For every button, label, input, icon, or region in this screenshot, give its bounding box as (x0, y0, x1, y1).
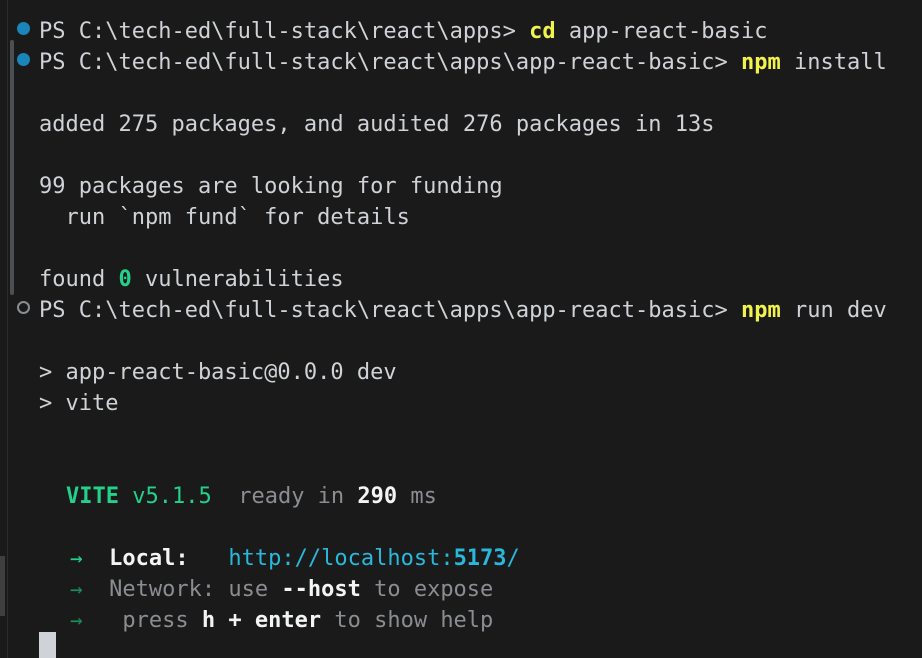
vite-help-row: → press h + enter to show help (70, 605, 493, 636)
local-label-text: Local: (109, 546, 189, 571)
command-args: install (780, 50, 887, 75)
npm-funding-hint: run `npm fund` for details (39, 205, 410, 230)
network-text-after: to expose (360, 577, 494, 602)
command-name: npm (741, 298, 781, 323)
terminal-cursor (39, 632, 56, 658)
help-text-before: press (109, 608, 202, 633)
vulnerabilities-count: 0 (118, 267, 132, 292)
terminal-window[interactable]: PS C:\tech-ed\full-stack\react\apps> cd … (0, 0, 922, 658)
success-dot-icon (17, 22, 30, 35)
network-text-before: use (215, 577, 282, 602)
terminal-scrollbar-thumb[interactable] (0, 556, 5, 616)
vite-version: v5.1.5 (132, 484, 212, 509)
local-label (83, 546, 110, 571)
success-dot-icon (17, 53, 30, 66)
vite-ready-label: ready in (211, 484, 358, 509)
vite-ready-unit: ms (397, 484, 437, 509)
vite-network-row: → Network: use --host to expose (70, 574, 493, 605)
network-gap (83, 577, 110, 602)
network-host-flag: --host (281, 577, 361, 602)
prompt-text: PS C:\tech-ed\full-stack\react\apps\app-… (39, 50, 741, 75)
help-text-after: to show help (321, 608, 494, 633)
vite-ready-time: 290 (357, 484, 398, 509)
local-label-pad (189, 546, 229, 571)
vulnerabilities-prefix: found (39, 267, 119, 292)
command-args: app-react-basic (555, 19, 768, 44)
vite-local-row[interactable]: → Local: http://localhost:5173/ (70, 543, 520, 574)
local-url-tail[interactable]: / (507, 546, 520, 571)
help-gap (83, 608, 110, 633)
vite-banner-ready: VITE v5.1.5 ready in 290 ms (66, 481, 437, 512)
command-line-npm-install[interactable]: PS C:\tech-ed\full-stack\react\apps\app-… (39, 47, 887, 78)
npm-vulnerabilities-line: found 0 vulnerabilities (39, 264, 344, 295)
command-name: npm (741, 50, 781, 75)
npm-script-command: > vite (39, 391, 119, 416)
prompt-text: PS C:\tech-ed\full-stack\react\apps> (39, 19, 530, 44)
vite-logo-text: VITE (66, 484, 119, 509)
local-url-base[interactable]: http://localhost: (228, 546, 453, 571)
help-key-enter: enter (254, 608, 322, 633)
command-line-npm-run-dev[interactable]: PS C:\tech-ed\full-stack\react\apps\app-… (39, 295, 887, 326)
help-text-mid: + (215, 608, 255, 633)
running-circle-icon (17, 301, 30, 314)
vite-version-sep (119, 484, 132, 509)
command-range-decoration (10, 40, 14, 295)
help-key-h: h (201, 608, 216, 633)
gutter-divider (7, 0, 8, 658)
vulnerabilities-suffix: vulnerabilities (131, 267, 344, 292)
npm-script-header: > app-react-basic@0.0.0 dev (39, 360, 397, 385)
arrow-right-icon: → (70, 608, 83, 632)
local-url-port[interactable]: 5173 (454, 546, 507, 571)
arrow-right-icon: → (70, 546, 83, 570)
network-label: Network: (109, 577, 216, 602)
prompt-text: PS C:\tech-ed\full-stack\react\apps\app-… (39, 298, 741, 323)
command-line-cd[interactable]: PS C:\tech-ed\full-stack\react\apps> cd … (39, 16, 768, 47)
command-name: cd (529, 19, 556, 44)
npm-funding-line: 99 packages are looking for funding (39, 174, 503, 199)
npm-install-summary: added 275 packages, and audited 276 pack… (39, 112, 715, 137)
arrow-right-icon: → (70, 577, 83, 601)
command-args: run dev (780, 298, 887, 323)
